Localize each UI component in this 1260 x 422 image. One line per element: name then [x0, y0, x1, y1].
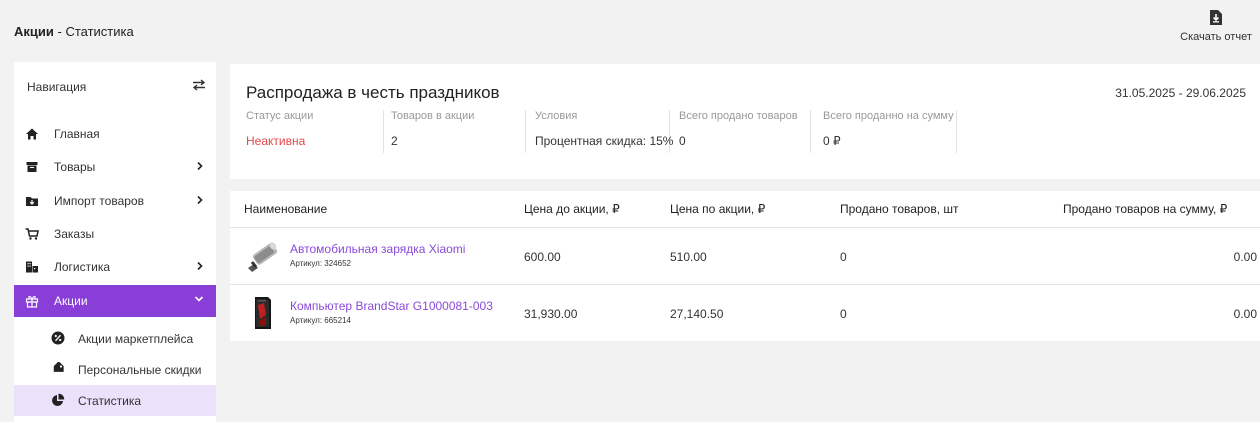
products-table: Наименование Цена до акции, ₽ Цена по ак…	[230, 191, 1260, 341]
table-row: Компьютер BrandStar G1000081-003 Артикул…	[230, 285, 1260, 341]
sold-sum-cell: 0.00	[1233, 307, 1257, 321]
sidebar-subitem-marketplace-promos[interactable]: Акции маркетплейса	[14, 323, 216, 354]
sidebar-item-logistics[interactable]: Логистика	[14, 251, 216, 283]
price-promo-cell: 510.00	[670, 250, 707, 264]
price-promo-cell: 27,140.50	[670, 307, 724, 321]
price-before-cell: 600.00	[524, 250, 561, 264]
sidebar-subitem-personal-discounts[interactable]: Персональные скидки	[14, 354, 216, 385]
cart-icon	[25, 228, 39, 240]
home-icon	[26, 128, 38, 140]
sold-qty-cell: 0	[840, 307, 847, 321]
breadcrumb-page: Статистика	[65, 24, 134, 39]
product-name-link[interactable]: Автомобильная зарядка Xiaomi	[290, 242, 465, 256]
sidebar-item-label: Заказы	[54, 227, 95, 241]
stat-value: Процентная скидка: 15%	[535, 134, 674, 148]
pie-chart-icon	[52, 393, 65, 406]
status-badge: Неактивна	[246, 134, 306, 148]
stat-label: Всего проданно на сумму	[823, 110, 954, 122]
breadcrumb: Акции - Статистика	[14, 24, 134, 39]
column-header-sold-qty: Продано товаров, шт	[840, 202, 959, 216]
archive-box-icon	[26, 162, 38, 172]
sidebar-subitem-label: Персональные скидки	[78, 363, 202, 377]
sidebar-subitem-label: Акции маркетплейса	[78, 332, 194, 346]
promo-summary-card: Распродажа в честь праздников 31.05.2025…	[230, 64, 1260, 179]
sidebar: Навигация Главная Товары Импорт товаров …	[14, 62, 216, 422]
sidebar-item-label: Главная	[54, 127, 100, 141]
sidebar-item-label: Импорт товаров	[54, 194, 144, 208]
sidebar-item-home[interactable]: Главная	[14, 118, 216, 150]
sold-qty-cell: 0	[840, 250, 847, 264]
chevron-down-icon	[194, 296, 204, 302]
download-report-button[interactable]: Скачать отчет	[1176, 10, 1256, 43]
stat-value: 0	[679, 134, 686, 148]
tags-icon	[53, 362, 64, 372]
file-download-icon	[1210, 10, 1222, 25]
stat-value: 0 ₽	[823, 134, 841, 148]
sidebar-item-products[interactable]: Товары	[14, 151, 216, 183]
stat-label: Условия	[535, 110, 578, 122]
top-bar: Акции - Статистика Скачать отчет	[0, 0, 1260, 62]
chevron-right-icon	[197, 161, 203, 171]
gift-icon	[25, 296, 39, 308]
download-report-label: Скачать отчет	[1180, 31, 1252, 43]
chevron-right-icon	[197, 261, 203, 271]
sold-sum-cell: 0.00	[1233, 250, 1257, 264]
promo-date-range: 31.05.2025 - 29.06.2025	[1115, 86, 1246, 100]
stat-label: Товаров в акции	[391, 110, 475, 122]
stat-status: Статус акции Неактивна	[246, 110, 384, 153]
nav-title: Навигация	[27, 80, 87, 94]
product-sku: Артикул: 324652	[290, 259, 351, 268]
column-header-price-promo: Цена по акции, ₽	[670, 202, 766, 216]
promo-title: Распродажа в честь праздников	[246, 83, 500, 102]
breadcrumb-section[interactable]: Акции	[14, 24, 54, 39]
sidebar-item-promotions[interactable]: Акции	[14, 285, 216, 317]
percent-icon	[51, 331, 65, 345]
column-header-price-before: Цена до акции, ₽	[524, 202, 620, 216]
product-sku: Артикул: 665214	[290, 316, 351, 325]
stat-conditions: Условия Процентная скидка: 15%	[535, 110, 674, 153]
table-row: Автомобильная зарядка Xiaomi Артикул: 32…	[230, 228, 1260, 284]
chevron-right-icon	[197, 195, 203, 205]
warehouse-icon	[26, 261, 38, 273]
sidebar-item-label: Логистика	[54, 260, 111, 274]
swap-icon[interactable]	[192, 78, 206, 92]
stat-total-sum: Всего проданно на сумму 0 ₽	[823, 110, 957, 153]
folder-download-icon	[26, 197, 38, 206]
stat-products-count: Товаров в акции 2	[391, 110, 526, 153]
stat-label: Всего продано товаров	[679, 110, 798, 122]
sidebar-subitem-statistics[interactable]: Статистика	[14, 385, 216, 416]
breadcrumb-separator: -	[53, 24, 66, 39]
column-header-name: Наименование	[244, 202, 328, 216]
price-before-cell: 31,930.00	[524, 307, 578, 321]
sidebar-subitem-label: Статистика	[78, 394, 142, 408]
pc-tower-image	[255, 297, 271, 329]
stat-value: 2	[391, 134, 398, 148]
nav-header: Навигация	[14, 62, 216, 114]
car-charger-image	[248, 242, 278, 272]
product-name-link[interactable]: Компьютер BrandStar G1000081-003	[290, 299, 493, 313]
sidebar-item-label: Товары	[54, 160, 96, 174]
sidebar-item-import[interactable]: Импорт товаров	[14, 185, 216, 217]
sidebar-item-orders[interactable]: Заказы	[14, 218, 216, 250]
stat-total-sold: Всего продано товаров 0	[679, 110, 811, 153]
sidebar-item-label: Акции	[54, 294, 88, 308]
stat-label: Статус акции	[246, 110, 314, 122]
column-header-sold-sum: Продано товаров на сумму, ₽	[1063, 202, 1228, 216]
